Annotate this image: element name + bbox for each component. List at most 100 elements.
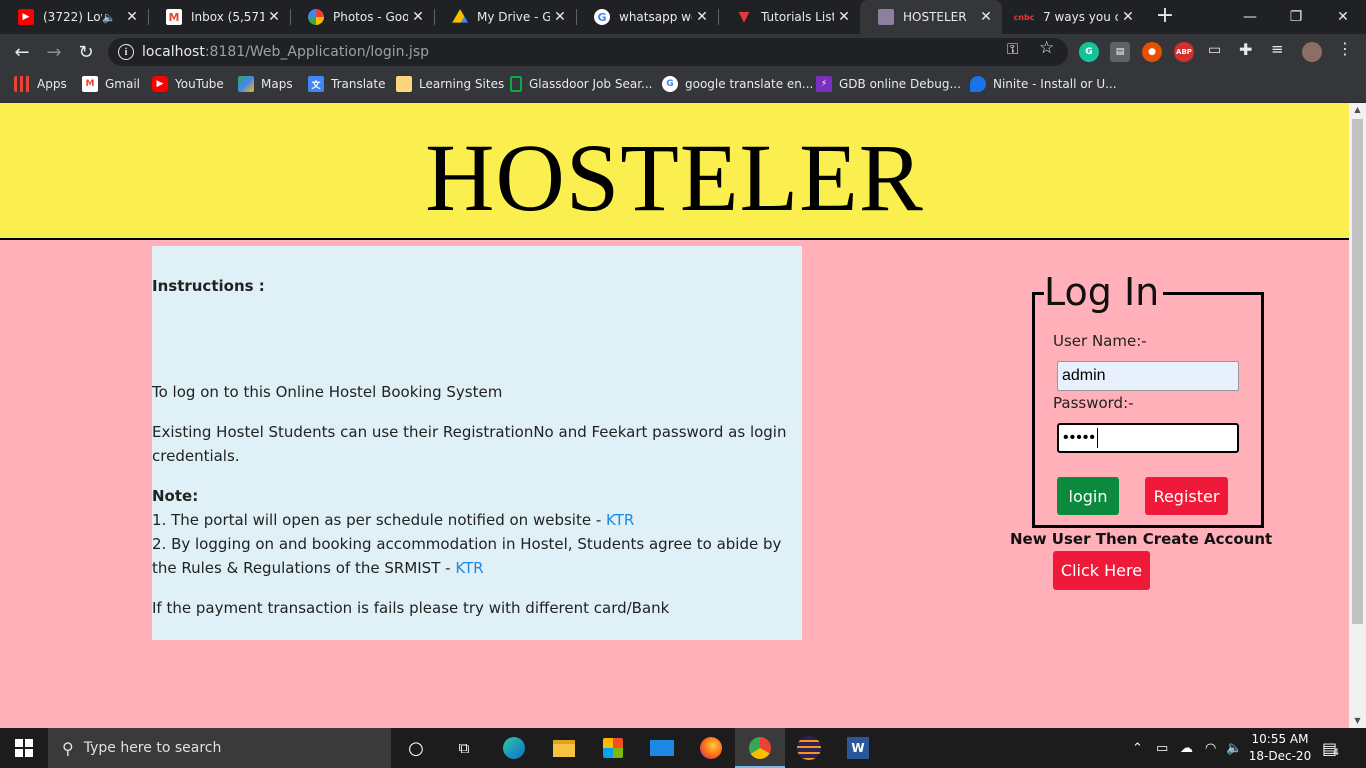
grammarly-icon[interactable]: G: [1079, 42, 1099, 62]
close-tab-icon[interactable]: ✕: [550, 9, 570, 25]
google-icon: G: [594, 9, 610, 25]
tab-hosteler[interactable]: HOSTELER ✕: [860, 0, 1002, 34]
chrome-logo-icon: [749, 737, 771, 759]
audio-icon[interactable]: 🔈: [102, 11, 116, 24]
apps-grid-icon: [14, 76, 30, 92]
close-window-button[interactable]: ✕: [1320, 0, 1366, 34]
folder-icon: [553, 739, 575, 757]
new-tab-button[interactable]: +: [1152, 4, 1178, 30]
maps-icon: [238, 76, 254, 92]
tab-gmail[interactable]: M Inbox (5,571) - ✕: [148, 0, 290, 34]
store-icon[interactable]: [598, 733, 628, 763]
bookmark-learning-sites[interactable]: Learning Sites: [396, 70, 504, 98]
bookmark-translate[interactable]: 文 Translate: [308, 70, 386, 98]
page-icon: [878, 9, 894, 25]
extension-icon[interactable]: ●: [1142, 42, 1162, 62]
scroll-up-icon[interactable]: ▲: [1349, 103, 1366, 117]
close-tab-icon[interactable]: ✕: [976, 9, 996, 25]
bookmark-ninite[interactable]: Ninite - Install or U...: [970, 70, 1117, 98]
tab-strip: ▶ (3722) Lov 🔈 ✕ M Inbox (5,571) - ✕ Pho…: [0, 0, 1366, 34]
url-text[interactable]: localhost:8181/Web_Application/login.jsp: [142, 44, 429, 60]
close-tab-icon[interactable]: ✕: [264, 9, 284, 25]
task-view-icon[interactable]: ⧉: [449, 733, 479, 763]
notification-center-icon[interactable]: ▤ 4: [1322, 728, 1339, 768]
login-button[interactable]: login: [1057, 477, 1119, 515]
extensions-puzzle-icon[interactable]: ✚: [1239, 40, 1252, 59]
scroll-down-icon[interactable]: ▼: [1349, 714, 1366, 728]
close-tab-icon[interactable]: ✕: [408, 9, 428, 25]
store-bag-icon: [603, 738, 623, 758]
cortana-icon[interactable]: ○: [401, 733, 431, 763]
tab-photos[interactable]: Photos - Goog ✕: [290, 0, 434, 34]
close-tab-icon[interactable]: ✕: [834, 9, 854, 25]
windows-logo-icon: [15, 739, 33, 757]
tab-cnbc[interactable]: cnbc 7 ways you ca ✕: [1002, 0, 1144, 34]
bookmark-gdb[interactable]: ⚡ GDB online Debug...: [816, 70, 961, 98]
start-button[interactable]: [0, 728, 48, 768]
extension-icon[interactable]: ▤: [1110, 42, 1130, 62]
mail-icon[interactable]: [647, 733, 677, 763]
tab-whatsapp-search[interactable]: G whatsapp web ✕: [576, 0, 718, 34]
bookmark-gmail[interactable]: M Gmail: [82, 70, 140, 98]
close-tab-icon[interactable]: ✕: [122, 9, 142, 25]
tab-tutorials[interactable]: ▼ Tutorials List - ✕: [718, 0, 860, 34]
taskbar-clock[interactable]: 10:55 AM 18-Dec-20: [1240, 731, 1320, 765]
bookmark-youtube[interactable]: ▶ YouTube: [152, 70, 224, 98]
restore-button[interactable]: ❐: [1273, 0, 1319, 34]
browser-menu-icon[interactable]: ⋮: [1337, 39, 1353, 58]
folder-icon: [396, 76, 412, 92]
browser-toolbar: ← → ↻ i localhost:8181/Web_Application/l…: [0, 34, 1366, 70]
tab-drive[interactable]: My Drive - Goo ✕: [434, 0, 576, 34]
battery-icon[interactable]: ▭: [1156, 728, 1168, 768]
address-bar[interactable]: i localhost:8181/Web_Application/login.j…: [108, 38, 1068, 66]
minimize-button[interactable]: —: [1227, 0, 1273, 34]
password-label: Password:-: [1053, 394, 1134, 412]
page-scrollbar[interactable]: ▲ ▼: [1349, 103, 1366, 728]
google-icon: G: [662, 76, 678, 92]
forward-button[interactable]: →: [40, 38, 68, 66]
file-explorer-icon[interactable]: [549, 733, 579, 763]
gmail-icon: M: [166, 9, 182, 25]
bookmark-apps[interactable]: Apps: [14, 70, 67, 98]
key-icon[interactable]: ⚿: [1007, 40, 1018, 58]
eclipse-icon[interactable]: [794, 733, 824, 763]
back-button[interactable]: ←: [8, 38, 36, 66]
close-tab-icon[interactable]: ✕: [1118, 9, 1138, 25]
glassdoor-icon: [510, 76, 522, 92]
onedrive-icon[interactable]: ☁: [1180, 728, 1193, 768]
edge-icon[interactable]: [499, 733, 529, 763]
show-hidden-icons[interactable]: ⌃: [1132, 728, 1143, 768]
chrome-icon[interactable]: [745, 733, 775, 763]
youtube-icon: ▶: [18, 9, 34, 25]
wifi-icon[interactable]: ◠: [1205, 728, 1216, 768]
bookmark-google-translate[interactable]: G google translate en...: [662, 70, 813, 98]
password-input[interactable]: •••••: [1057, 423, 1239, 453]
click-here-button[interactable]: Click Here: [1053, 551, 1150, 590]
taskbar-search-box[interactable]: ⚲ Type here to search: [48, 728, 391, 768]
gdb-icon: ⚡: [816, 76, 832, 92]
ninite-icon: [970, 76, 986, 92]
info-icon[interactable]: i: [118, 44, 134, 60]
profile-avatar[interactable]: [1302, 42, 1322, 62]
screen-cast-icon[interactable]: ▭: [1208, 42, 1221, 58]
username-input[interactable]: admin: [1057, 361, 1239, 391]
reload-button[interactable]: ↻: [72, 38, 100, 66]
adblock-plus-icon[interactable]: ABP: [1174, 42, 1194, 62]
bookmark-glassdoor[interactable]: Glassdoor Job Sear...: [510, 70, 652, 98]
envelope-icon: [650, 740, 674, 756]
google-drive-icon: [452, 9, 468, 23]
google-photos-icon: [308, 9, 324, 25]
firefox-icon[interactable]: [696, 733, 726, 763]
media-queue-icon[interactable]: ≡: [1271, 40, 1284, 58]
search-icon: ⚲: [62, 738, 74, 758]
close-tab-icon[interactable]: ✕: [692, 9, 712, 25]
bookmark-star-icon[interactable]: ☆: [1039, 38, 1054, 58]
word-logo-icon: W: [847, 737, 869, 759]
word-icon[interactable]: W: [843, 733, 873, 763]
tab-youtube[interactable]: ▶ (3722) Lov 🔈 ✕: [0, 0, 148, 34]
scrollbar-thumb[interactable]: [1352, 119, 1363, 624]
register-button[interactable]: Register: [1145, 477, 1228, 515]
text-caret: [1097, 428, 1099, 448]
cnbc-icon: cnbc: [1013, 12, 1035, 22]
bookmark-maps[interactable]: Maps: [238, 70, 293, 98]
